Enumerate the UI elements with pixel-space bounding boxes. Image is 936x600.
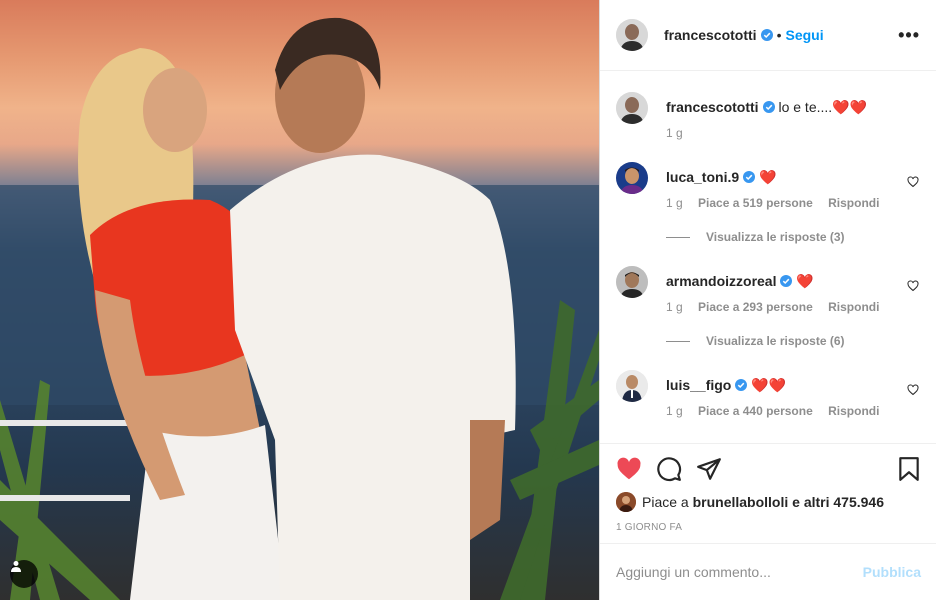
reply-button[interactable]: Rispondi bbox=[828, 404, 879, 418]
post-detail-panel: francescototti • Segui ••• francescotott… bbox=[599, 0, 936, 600]
likes-prefix: Piace a bbox=[642, 494, 689, 510]
comment-body: ❤️ bbox=[796, 273, 814, 289]
caption-username[interactable]: francescototti bbox=[666, 99, 759, 115]
caption-body: lo e te....❤️❤️ bbox=[778, 99, 868, 115]
heart-filled-icon[interactable] bbox=[616, 456, 642, 482]
view-replies-button[interactable]: Visualizza le risposte (3) bbox=[666, 230, 845, 244]
view-replies-label: Visualizza le risposte (3) bbox=[706, 230, 845, 244]
comment-meta: 1 g Piace a 519 persone Rispondi bbox=[666, 196, 891, 210]
comment-likes[interactable]: Piace a 440 persone bbox=[698, 404, 813, 418]
comment-time[interactable]: 1 g bbox=[666, 300, 683, 314]
liker-username[interactable]: brunellabolloli bbox=[693, 494, 789, 510]
commenter-username[interactable]: armandoizzoreal bbox=[666, 273, 776, 289]
comment-likes[interactable]: Piace a 293 persone bbox=[698, 300, 813, 314]
author-avatar[interactable] bbox=[616, 92, 648, 124]
user-tag-button[interactable] bbox=[10, 560, 38, 588]
separator-dot: • bbox=[776, 27, 782, 43]
reply-button[interactable]: Rispondi bbox=[828, 300, 879, 314]
likes-count[interactable]: e altri 475.946 bbox=[792, 494, 884, 510]
reply-button[interactable]: Rispondi bbox=[828, 196, 879, 210]
comment-meta: 1 g Piace a 440 persone Rispondi bbox=[666, 404, 891, 418]
comment-like-icon[interactable] bbox=[907, 280, 919, 292]
post-photo[interactable] bbox=[0, 0, 599, 600]
comment-body: ❤️❤️ bbox=[751, 377, 787, 393]
comment-time[interactable]: 1 g bbox=[666, 404, 683, 418]
comment-icon[interactable] bbox=[656, 456, 682, 482]
post-header: francescototti • Segui ••• bbox=[600, 0, 936, 71]
commenter-username[interactable]: luca_toni.9 bbox=[666, 169, 739, 185]
caption-meta: 1 g bbox=[666, 126, 695, 140]
commenter-avatar[interactable] bbox=[616, 370, 648, 402]
caption: francescototti lo e te....❤️❤️ 1 g bbox=[616, 92, 921, 152]
verified-icon bbox=[780, 275, 793, 287]
comment-text: luca_toni.9 ❤️ bbox=[666, 169, 776, 186]
view-replies-label: Visualizza le risposte (6) bbox=[706, 334, 845, 348]
verified-icon bbox=[760, 29, 773, 41]
view-replies-button[interactable]: Visualizza le risposte (6) bbox=[666, 334, 845, 348]
caption-text: francescototti lo e te....❤️❤️ bbox=[666, 99, 867, 116]
commenter-avatar[interactable] bbox=[616, 266, 648, 298]
share-icon[interactable] bbox=[696, 456, 722, 482]
comment-body: ❤️ bbox=[759, 169, 777, 185]
liker-avatar[interactable] bbox=[616, 492, 636, 512]
post-actions: Piace a brunellabolloli e altri 475.946 … bbox=[600, 443, 936, 533]
verified-icon bbox=[743, 171, 756, 183]
comment-time[interactable]: 1 g bbox=[666, 196, 683, 210]
caption-time[interactable]: 1 g bbox=[666, 126, 683, 140]
add-comment-bar: Pubblica bbox=[600, 543, 936, 600]
author-avatar[interactable] bbox=[616, 19, 648, 51]
comment-input[interactable] bbox=[616, 564, 863, 580]
action-icons bbox=[616, 456, 921, 482]
user-tag-icon bbox=[11, 561, 21, 572]
publish-button[interactable]: Pubblica bbox=[863, 564, 921, 580]
replies-divider bbox=[666, 236, 690, 238]
more-options-icon[interactable]: ••• bbox=[898, 25, 920, 46]
comments-list: francescototti lo e te....❤️❤️ 1 g luca_… bbox=[600, 72, 936, 442]
comment-item: armandoizzoreal ❤️ 1 g Piace a 293 perso… bbox=[616, 266, 921, 356]
photo-illustration bbox=[0, 17, 599, 600]
replies-divider bbox=[666, 340, 690, 342]
commenter-avatar[interactable] bbox=[616, 162, 648, 194]
comment-item: luca_toni.9 ❤️ 1 g Piace a 519 persone R… bbox=[616, 162, 921, 252]
comment-item: luis__figo ❤️❤️ 1 g Piace a 440 persone … bbox=[616, 370, 921, 430]
comment-meta: 1 g Piace a 293 persone Rispondi bbox=[666, 300, 891, 314]
comment-text: armandoizzoreal ❤️ bbox=[666, 273, 814, 290]
likes-summary: Piace a brunellabolloli e altri 475.946 bbox=[616, 492, 921, 512]
commenter-username[interactable]: luis__figo bbox=[666, 377, 731, 393]
comment-text: luis__figo ❤️❤️ bbox=[666, 377, 786, 394]
follow-button[interactable]: Segui bbox=[785, 27, 823, 43]
comment-likes[interactable]: Piace a 519 persone bbox=[698, 196, 813, 210]
comment-like-icon[interactable] bbox=[907, 384, 919, 396]
verified-icon bbox=[762, 101, 775, 113]
comment-like-icon[interactable] bbox=[907, 176, 919, 188]
author-username[interactable]: francescototti bbox=[664, 27, 757, 43]
post-timestamp[interactable]: 1 GIORNO FA bbox=[616, 522, 921, 533]
bookmark-icon[interactable] bbox=[896, 456, 922, 482]
verified-icon bbox=[735, 379, 748, 391]
